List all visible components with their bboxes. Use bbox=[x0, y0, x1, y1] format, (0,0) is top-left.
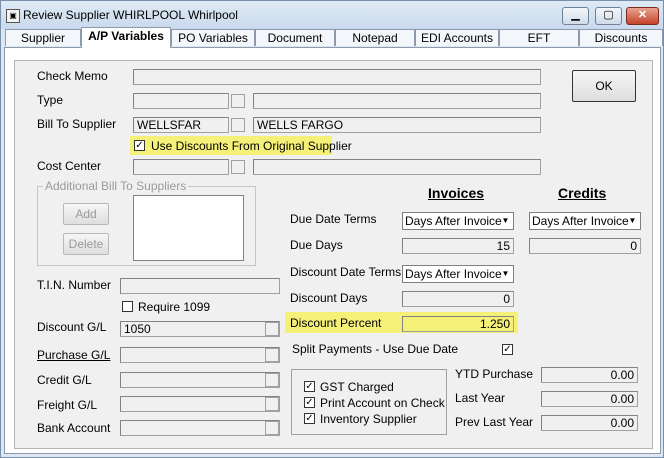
minimize-button[interactable]: ▁ bbox=[562, 7, 589, 25]
freight-gl-field[interactable] bbox=[120, 396, 280, 412]
type-label: Type bbox=[37, 93, 64, 107]
credit-gl-lookup-button[interactable] bbox=[265, 373, 279, 387]
due-date-terms-credit-value: Days After Invoice bbox=[532, 214, 629, 228]
require-1099-label: Require 1099 bbox=[138, 300, 211, 314]
minimize-icon: ▁ bbox=[571, 9, 580, 21]
discount-date-terms-invoice-value: Days After Invoice bbox=[405, 267, 502, 281]
bank-account-label: Bank Account bbox=[37, 421, 111, 435]
type-code-field[interactable] bbox=[133, 93, 229, 109]
purchase-gl-label[interactable]: Purchase G/L bbox=[37, 348, 110, 362]
purchase-gl-lookup-button[interactable] bbox=[265, 348, 279, 362]
delete-button[interactable]: Delete bbox=[63, 233, 109, 255]
bank-account-field[interactable] bbox=[120, 420, 280, 436]
type-lookup-button[interactable] bbox=[231, 94, 245, 108]
due-days-label: Due Days bbox=[290, 238, 343, 252]
tab-ap-variables[interactable]: A/P Variables bbox=[81, 27, 171, 48]
maximize-button[interactable]: ▢ bbox=[595, 7, 622, 25]
tab-eft[interactable]: EFT bbox=[499, 29, 579, 46]
discount-date-terms-label: Discount Date Terms bbox=[290, 265, 402, 279]
discount-percent-invoice-field[interactable]: 1.250 bbox=[402, 316, 514, 332]
close-button[interactable]: ✕ bbox=[626, 7, 659, 25]
last-year-label: Last Year bbox=[455, 391, 506, 405]
prev-last-year-field[interactable]: 0.00 bbox=[541, 415, 638, 431]
credits-header: Credits bbox=[558, 185, 607, 201]
freight-gl-label: Freight G/L bbox=[37, 398, 98, 412]
invoices-header: Invoices bbox=[428, 185, 485, 201]
discount-date-terms-invoice-select[interactable]: Days After Invoice ▼ bbox=[402, 265, 514, 283]
due-date-terms-credit-select[interactable]: Days After Invoice ▼ bbox=[529, 212, 641, 230]
discount-gl-lookup-button[interactable] bbox=[265, 322, 279, 336]
due-date-terms-invoice-value: Days After Invoice bbox=[405, 214, 502, 228]
split-payments-checkbox[interactable]: ✓ bbox=[502, 344, 513, 355]
freight-gl-lookup-button[interactable] bbox=[265, 397, 279, 411]
print-account-label: Print Account on Check bbox=[320, 396, 445, 410]
form-panel: Check Memo Type Bill To Supplier WELLSFA… bbox=[14, 60, 653, 449]
check-memo-field[interactable] bbox=[133, 69, 541, 85]
inventory-supplier-label: Inventory Supplier bbox=[320, 412, 417, 426]
discount-gl-label: Discount G/L bbox=[37, 320, 107, 334]
cost-center-lookup-button[interactable] bbox=[231, 160, 245, 174]
due-days-credit-field[interactable]: 0 bbox=[529, 238, 641, 254]
last-year-field[interactable]: 0.00 bbox=[541, 391, 638, 407]
cost-center-label: Cost Center bbox=[37, 159, 102, 173]
ytd-purchase-field[interactable]: 0.00 bbox=[541, 367, 638, 383]
check-memo-label: Check Memo bbox=[37, 69, 108, 83]
discount-days-label: Discount Days bbox=[290, 291, 368, 305]
tab-po-variables[interactable]: PO Variables bbox=[171, 29, 255, 46]
tab-notepad[interactable]: Notepad bbox=[335, 29, 415, 46]
prev-last-year-label: Prev Last Year bbox=[455, 415, 534, 429]
window-title: Review Supplier WHIRLPOOL Whirlpool bbox=[23, 8, 238, 22]
review-supplier-window: ▣ Review Supplier WHIRLPOOL Whirlpool ▁ … bbox=[0, 0, 664, 458]
inventory-supplier-checkbox[interactable]: ✓ bbox=[304, 413, 315, 424]
discount-gl-field[interactable]: 1050 bbox=[120, 321, 280, 337]
print-account-checkbox[interactable]: ✓ bbox=[304, 397, 315, 408]
due-date-terms-invoice-select[interactable]: Days After Invoice ▼ bbox=[402, 212, 514, 230]
use-discounts-label: Use Discounts From Original Supplier bbox=[151, 139, 352, 153]
app-icon: ▣ bbox=[6, 9, 20, 23]
tab-edi-accounts[interactable]: EDI Accounts bbox=[415, 29, 499, 46]
discount-days-invoice-field[interactable]: 0 bbox=[402, 291, 514, 307]
bill-to-name-field[interactable]: WELLS FARGO bbox=[253, 117, 541, 133]
tab-supplier[interactable]: Supplier bbox=[5, 29, 81, 46]
ok-button[interactable]: OK bbox=[572, 70, 636, 102]
tin-field[interactable] bbox=[120, 278, 280, 294]
tab-bar: Supplier A/P Variables PO Variables Docu… bbox=[1, 27, 663, 48]
credit-gl-label: Credit G/L bbox=[37, 373, 92, 387]
tab-discounts[interactable]: Discounts bbox=[579, 29, 663, 46]
require-1099-checkbox[interactable] bbox=[122, 301, 133, 312]
bill-to-lookup-button[interactable] bbox=[231, 118, 245, 132]
use-discounts-checkbox[interactable]: ✓ bbox=[134, 140, 145, 151]
add-button[interactable]: Add bbox=[63, 203, 109, 225]
additional-bill-to-list[interactable] bbox=[133, 195, 244, 261]
split-payments-label: Split Payments - Use Due Date bbox=[292, 342, 459, 356]
purchase-gl-field[interactable] bbox=[120, 347, 280, 363]
bill-to-label: Bill To Supplier bbox=[37, 117, 117, 131]
bank-account-lookup-button[interactable] bbox=[265, 421, 279, 435]
cost-center-desc-field[interactable] bbox=[253, 159, 541, 175]
credit-gl-field[interactable] bbox=[120, 372, 280, 388]
chevron-down-icon: ▼ bbox=[501, 269, 510, 278]
tin-label: T.I.N. Number bbox=[37, 278, 112, 292]
chevron-down-icon: ▼ bbox=[501, 216, 510, 225]
tab-document[interactable]: Document bbox=[255, 29, 335, 46]
gst-charged-checkbox[interactable]: ✓ bbox=[304, 381, 315, 392]
tab-page: Check Memo Type Bill To Supplier WELLSFA… bbox=[4, 47, 661, 454]
additional-bill-to-title: Additional Bill To Suppliers bbox=[43, 179, 189, 193]
gst-charged-label: GST Charged bbox=[320, 380, 394, 394]
bill-to-code-field[interactable]: WELLSFAR bbox=[133, 117, 229, 133]
chevron-down-icon: ▼ bbox=[628, 216, 637, 225]
type-desc-field[interactable] bbox=[253, 93, 541, 109]
due-days-invoice-field[interactable]: 15 bbox=[402, 238, 514, 254]
discount-percent-label: Discount Percent bbox=[290, 316, 382, 330]
title-bar[interactable]: ▣ Review Supplier WHIRLPOOL Whirlpool ▁ … bbox=[1, 1, 663, 29]
due-date-terms-label: Due Date Terms bbox=[290, 212, 377, 226]
close-icon: ✕ bbox=[637, 9, 648, 21]
ytd-purchase-label: YTD Purchase bbox=[455, 367, 534, 381]
cost-center-code-field[interactable] bbox=[133, 159, 229, 175]
maximize-icon: ▢ bbox=[603, 9, 614, 21]
